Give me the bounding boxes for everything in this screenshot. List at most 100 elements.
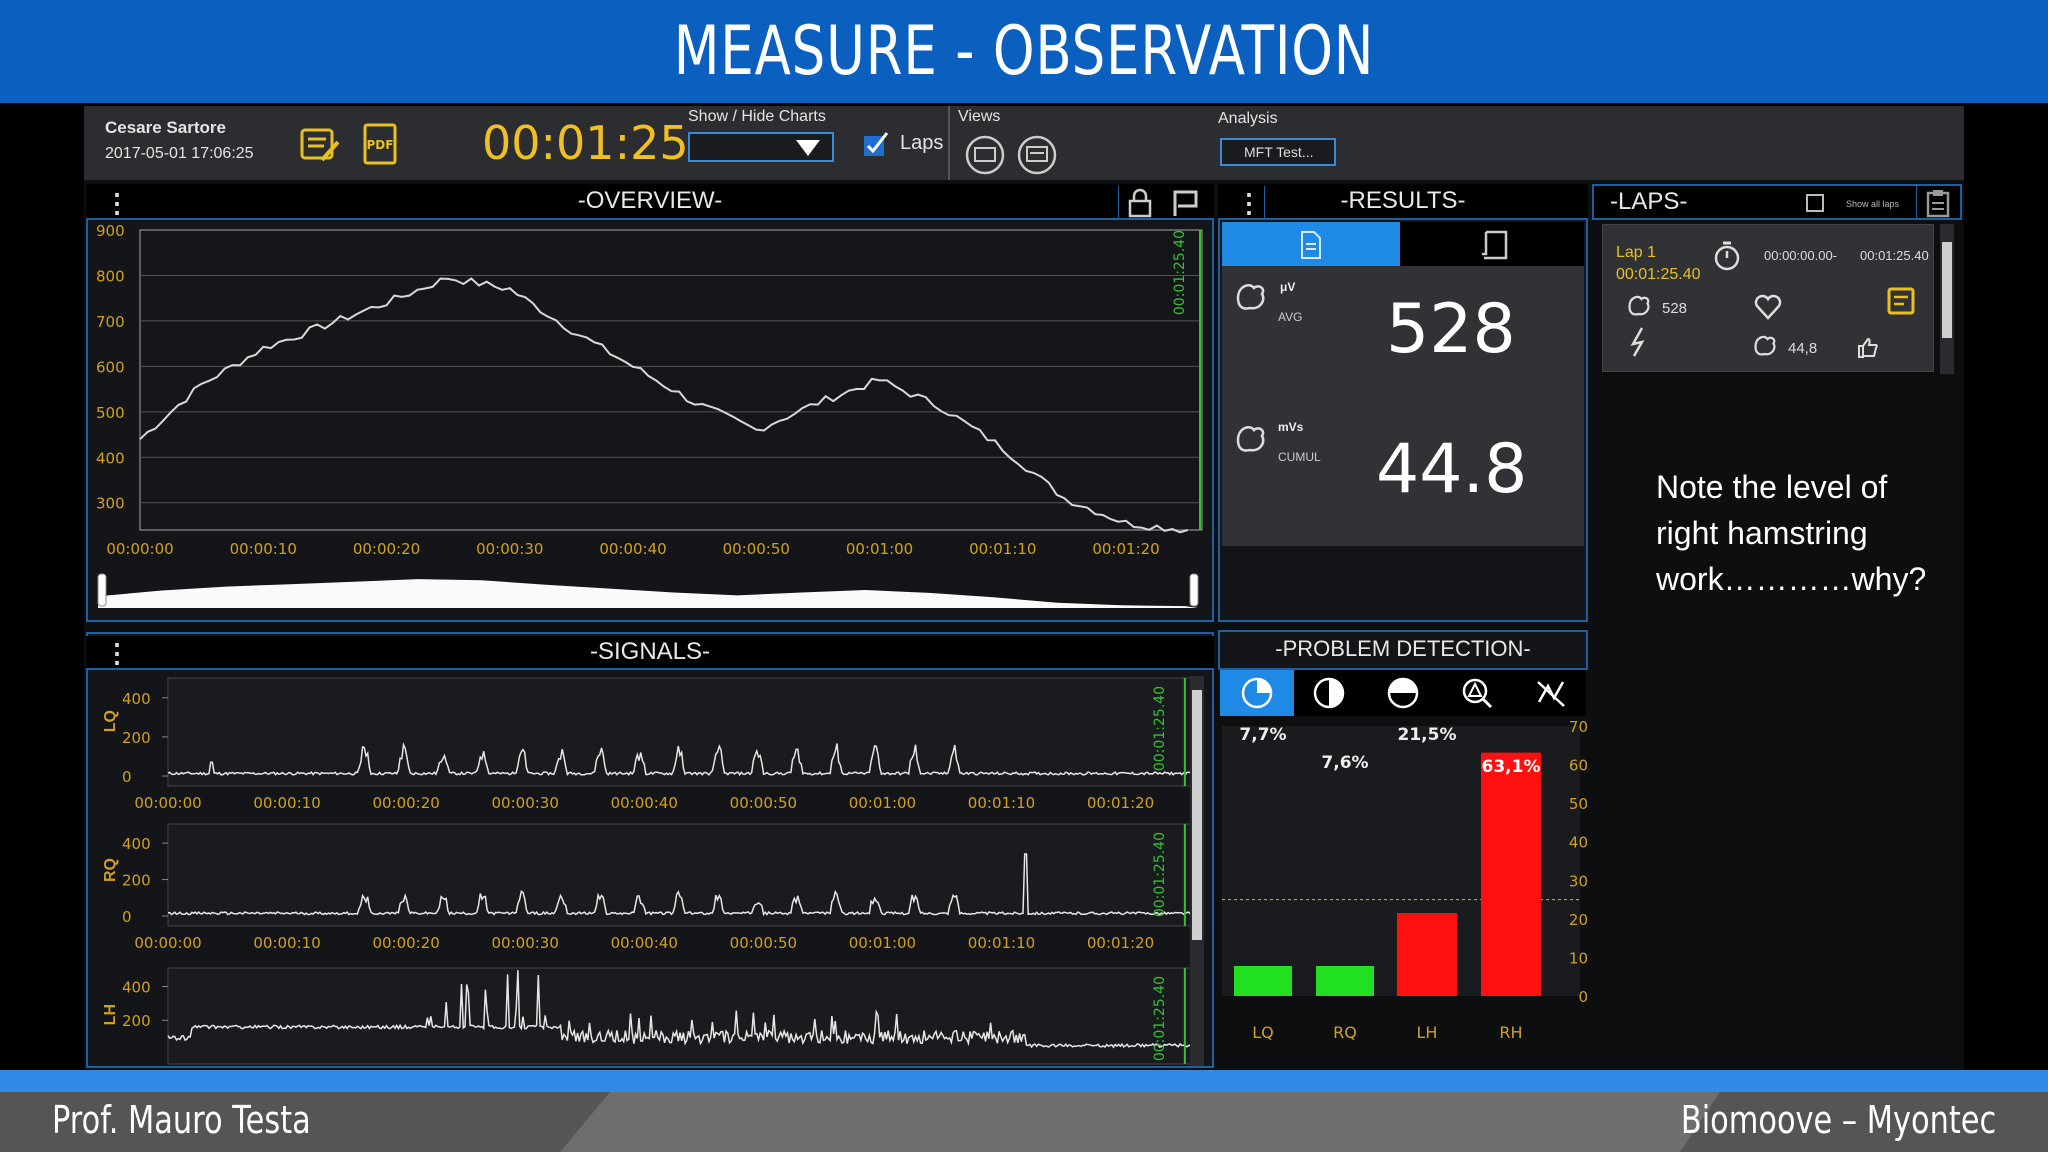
signal-x-tick: 00:00:30	[492, 794, 559, 812]
signal-x-tick: 00:01:00	[849, 794, 916, 812]
signal-y-tick: 0	[122, 908, 132, 926]
signal-x-tick: 00:00:20	[372, 934, 439, 952]
pd-y-tick: 60	[1569, 757, 1588, 775]
notes-icon[interactable]	[298, 124, 342, 171]
thumbs-up-icon[interactable]	[1856, 336, 1880, 365]
no-signal-icon[interactable]	[1534, 676, 1568, 715]
avg-unit: μV	[1280, 280, 1296, 294]
slide-note: Note the level of right hamstring work………	[1656, 469, 1927, 597]
flag-icon[interactable]	[1170, 188, 1200, 223]
view-multi-button[interactable]	[1016, 134, 1058, 181]
rq-channel-label: RQ	[102, 858, 119, 882]
lq-channel-label: LQ	[102, 710, 119, 733]
pd-percentage-label: 63,1%	[1482, 757, 1541, 777]
left-right-balance-icon[interactable]	[1312, 676, 1346, 715]
lap-start: 00:00:00.00-	[1764, 248, 1838, 263]
footer-stripe	[0, 1070, 2048, 1092]
overview-x-tick: 00:00:10	[230, 540, 297, 558]
problem-detection-title: -PROBLEM DETECTION-	[1275, 636, 1531, 661]
brush-right-handle[interactable]	[1189, 573, 1199, 607]
pd-y-tick: 70	[1569, 718, 1588, 736]
document-icon	[1301, 231, 1321, 259]
overview-title: -OVERVIEW-	[577, 187, 723, 214]
signal-x-tick: 00:00:40	[611, 794, 678, 812]
lock-icon[interactable]	[1126, 188, 1154, 223]
brush-left-handle[interactable]	[97, 573, 107, 607]
lap-muscle-avg-icon	[1624, 290, 1656, 325]
signal-x-tick: 00:01:00	[849, 934, 916, 952]
front-back-balance-icon[interactable]	[1386, 676, 1420, 715]
signal-y-tick: 400	[122, 835, 151, 853]
problem-tab-pie[interactable]	[1220, 670, 1294, 716]
lap-end: 00:01:25.40	[1860, 248, 1929, 263]
analysis-label: Analysis	[1218, 110, 1278, 127]
analysis-select[interactable]: MFT Test...	[1220, 138, 1336, 166]
results-tab-document[interactable]	[1222, 222, 1400, 266]
signal-plot-area-lh	[167, 967, 1193, 1065]
signals-scrollbar[interactable]	[1190, 676, 1204, 1066]
results-header: -RESULTS-	[1218, 184, 1588, 220]
signals-title: -SIGNALS-	[589, 638, 711, 665]
signals-menu-icon[interactable]: ⋮	[104, 638, 130, 669]
signal-x-tick: 00:00:10	[253, 934, 320, 952]
overview-y-tick: 600	[96, 358, 125, 376]
warning-search-icon[interactable]	[1460, 676, 1494, 715]
pdf-icon[interactable]: PDF	[362, 122, 398, 171]
signal-x-tick: 00:01:20	[1087, 934, 1154, 952]
signal-y-tick: 200	[122, 872, 151, 890]
overview-header: -OVERVIEW-	[86, 184, 1214, 220]
overview-x-tick: 00:01:00	[846, 540, 913, 558]
laps-checkbox[interactable]	[862, 130, 890, 163]
view-single-button[interactable]	[964, 134, 1006, 181]
results-title: -RESULTS-	[1340, 187, 1466, 214]
pd-category-label: RH	[1499, 1023, 1522, 1042]
overview-x-tick: 00:01:20	[1092, 540, 1159, 558]
overview-y-tick: 500	[96, 404, 125, 422]
lh-channel-label: LH	[102, 1004, 119, 1026]
laps-title: -LAPS-	[1610, 188, 1688, 215]
lightning-icon	[1628, 326, 1650, 363]
pd-y-tick: 10	[1569, 949, 1588, 967]
pd-category-label: LH	[1417, 1023, 1438, 1042]
lap-avg: 528	[1662, 300, 1688, 317]
signals-scroll-thumb[interactable]	[1192, 690, 1202, 940]
results-menu-icon[interactable]: ⋮	[1236, 188, 1262, 219]
lap-note-icon[interactable]	[1886, 286, 1916, 321]
pd-percentage-label: 21,5%	[1398, 725, 1457, 745]
signal-y-tick: 400	[122, 690, 151, 708]
signal-y-tick: 0	[122, 768, 132, 786]
signal-x-tick: 00:00:20	[372, 794, 439, 812]
overview-menu-icon[interactable]: ⋮	[104, 188, 130, 219]
pd-bar-rh	[1481, 752, 1541, 996]
lq-marker-label: 00:01:25.40	[1152, 686, 1168, 772]
signal-y-tick: 200	[122, 729, 151, 747]
chevron-down-icon	[796, 140, 820, 156]
pd-bar-lq	[1234, 966, 1292, 996]
results-tab-page[interactable]	[1400, 222, 1584, 266]
show-all-laps-checkbox[interactable]	[1806, 194, 1824, 212]
charts-dropdown[interactable]	[688, 132, 834, 162]
stopwatch-icon	[1712, 240, 1742, 277]
overview-brush-area	[98, 579, 1198, 608]
page-icon	[1482, 230, 1508, 260]
lh-marker-label: 00:01:25.40	[1152, 976, 1168, 1062]
avg-value: 528	[1386, 290, 1516, 369]
svg-text:PDF: PDF	[367, 138, 394, 152]
clipboard-icon[interactable]	[1924, 188, 1952, 223]
heart-icon	[1754, 294, 1782, 325]
rq-marker-label: 00:01:25.40	[1152, 832, 1168, 918]
pd-bar-rq	[1316, 966, 1374, 996]
signal-x-tick: 00:00:10	[253, 794, 320, 812]
signal-x-tick: 00:00:00	[134, 934, 201, 952]
views-label: Views	[958, 108, 1001, 125]
laps-scrollbar[interactable]	[1940, 224, 1954, 374]
laps-scroll-thumb[interactable]	[1942, 242, 1952, 338]
pd-category-label: RQ	[1333, 1023, 1357, 1042]
overview-y-tick: 700	[96, 313, 125, 331]
slide-title: MEASURE - OBSERVATION	[673, 12, 1375, 91]
show-hide-charts-label: Show / Hide Charts	[688, 108, 826, 125]
cumul-value: 44.8	[1376, 430, 1528, 509]
pd-category-label: LQ	[1252, 1023, 1274, 1042]
cumul-unit: mVs	[1278, 420, 1304, 434]
problem-detection-chart: 70 60 50 40 30 20 10 0 LQ 7,7% RQ 7,6% LH 21,5% RH 63,1…	[1222, 718, 1588, 1042]
